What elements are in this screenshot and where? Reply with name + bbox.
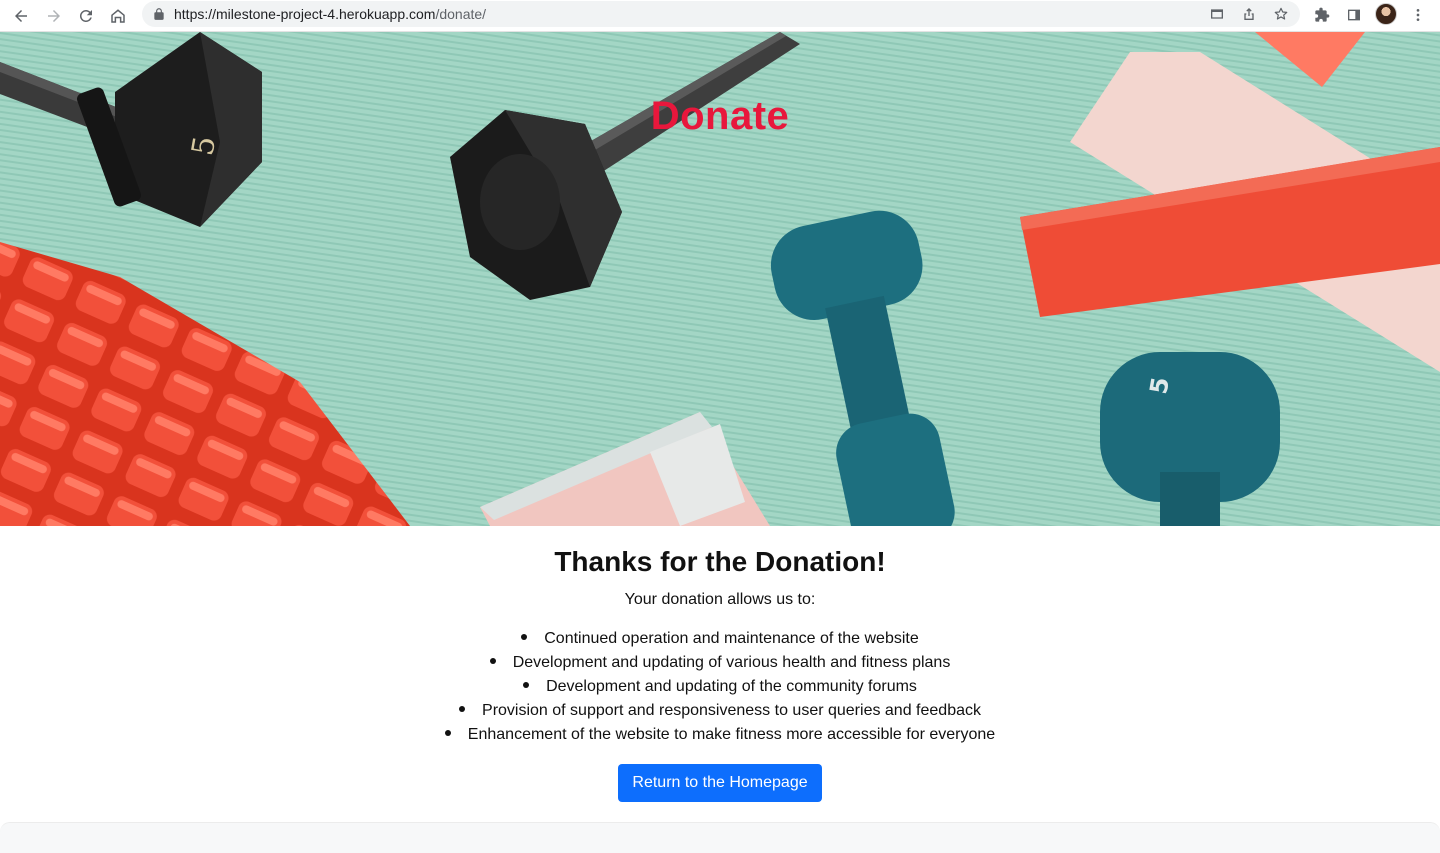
list-item: Development and updating of various heal…: [0, 651, 1440, 675]
bullet-icon: [459, 705, 466, 712]
browser-menu-button[interactable]: [1407, 4, 1429, 26]
star-icon: [1274, 7, 1288, 20]
browser-toolbar: https://milestone-project-4.herokuapp.co…: [0, 0, 1440, 32]
url-text: https://milestone-project-4.herokuapp.co…: [174, 5, 486, 23]
list-item: Development and updating of the communit…: [0, 675, 1440, 699]
share-button[interactable]: [1240, 5, 1258, 23]
bullet-icon: [444, 729, 451, 736]
address-bar[interactable]: https://milestone-project-4.herokuapp.co…: [142, 1, 1300, 27]
footer: [0, 822, 1440, 853]
reload-icon: [79, 9, 92, 22]
list-item-text: Provision of support and responsiveness …: [482, 702, 981, 719]
url-host: https://milestone-project-4.herokuapp.co…: [174, 6, 436, 22]
intro-text: Your donation allows us to:: [624, 591, 816, 608]
side-panel-icon: [1348, 9, 1360, 21]
bullet-icon: [523, 681, 530, 688]
profile-avatar[interactable]: [1375, 3, 1397, 25]
share-icon: [1244, 8, 1254, 20]
puzzle-icon: [1315, 7, 1330, 22]
donation-thanks-section: Thanks for the Donation! Your donation a…: [0, 526, 1440, 822]
list-item: Enhancement of the website to make fitne…: [0, 723, 1440, 747]
card-icon: [1211, 9, 1223, 19]
url-path: /donate/: [435, 6, 487, 22]
arrow-left-icon: [15, 10, 27, 22]
arrow-right-icon: [48, 10, 60, 22]
tab-search-button[interactable]: [1208, 5, 1226, 23]
side-panel-button[interactable]: [1343, 4, 1365, 26]
list-item: Continued operation and maintenance of t…: [0, 627, 1440, 651]
bullet-icon: [489, 657, 496, 664]
reload-button[interactable]: [74, 4, 98, 28]
kebab-menu-icon: [1416, 9, 1420, 21]
benefits-list: Continued operation and maintenance of t…: [0, 627, 1440, 747]
back-button[interactable]: [9, 4, 33, 28]
hero-banner: 5 5 Donate: [0, 32, 1440, 526]
extensions-button[interactable]: [1311, 4, 1333, 26]
home-button[interactable]: [106, 4, 130, 28]
page-title: Thanks for the Donation!: [554, 546, 886, 577]
list-item-text: Development and updating of the communit…: [546, 678, 917, 695]
list-item-text: Continued operation and maintenance of t…: [544, 630, 919, 647]
bullet-icon: [521, 633, 528, 640]
return-homepage-button[interactable]: Return to the Homepage: [618, 764, 822, 802]
list-item: Provision of support and responsiveness …: [0, 699, 1440, 723]
bookmark-button[interactable]: [1272, 5, 1290, 23]
forward-button[interactable]: [42, 4, 66, 28]
list-item-text: Development and updating of various heal…: [512, 654, 951, 671]
hero-title: Donate: [650, 94, 790, 138]
list-item-text: Enhancement of the website to make fitne…: [467, 726, 996, 743]
lock-icon: [154, 8, 164, 20]
home-icon: [111, 9, 125, 23]
